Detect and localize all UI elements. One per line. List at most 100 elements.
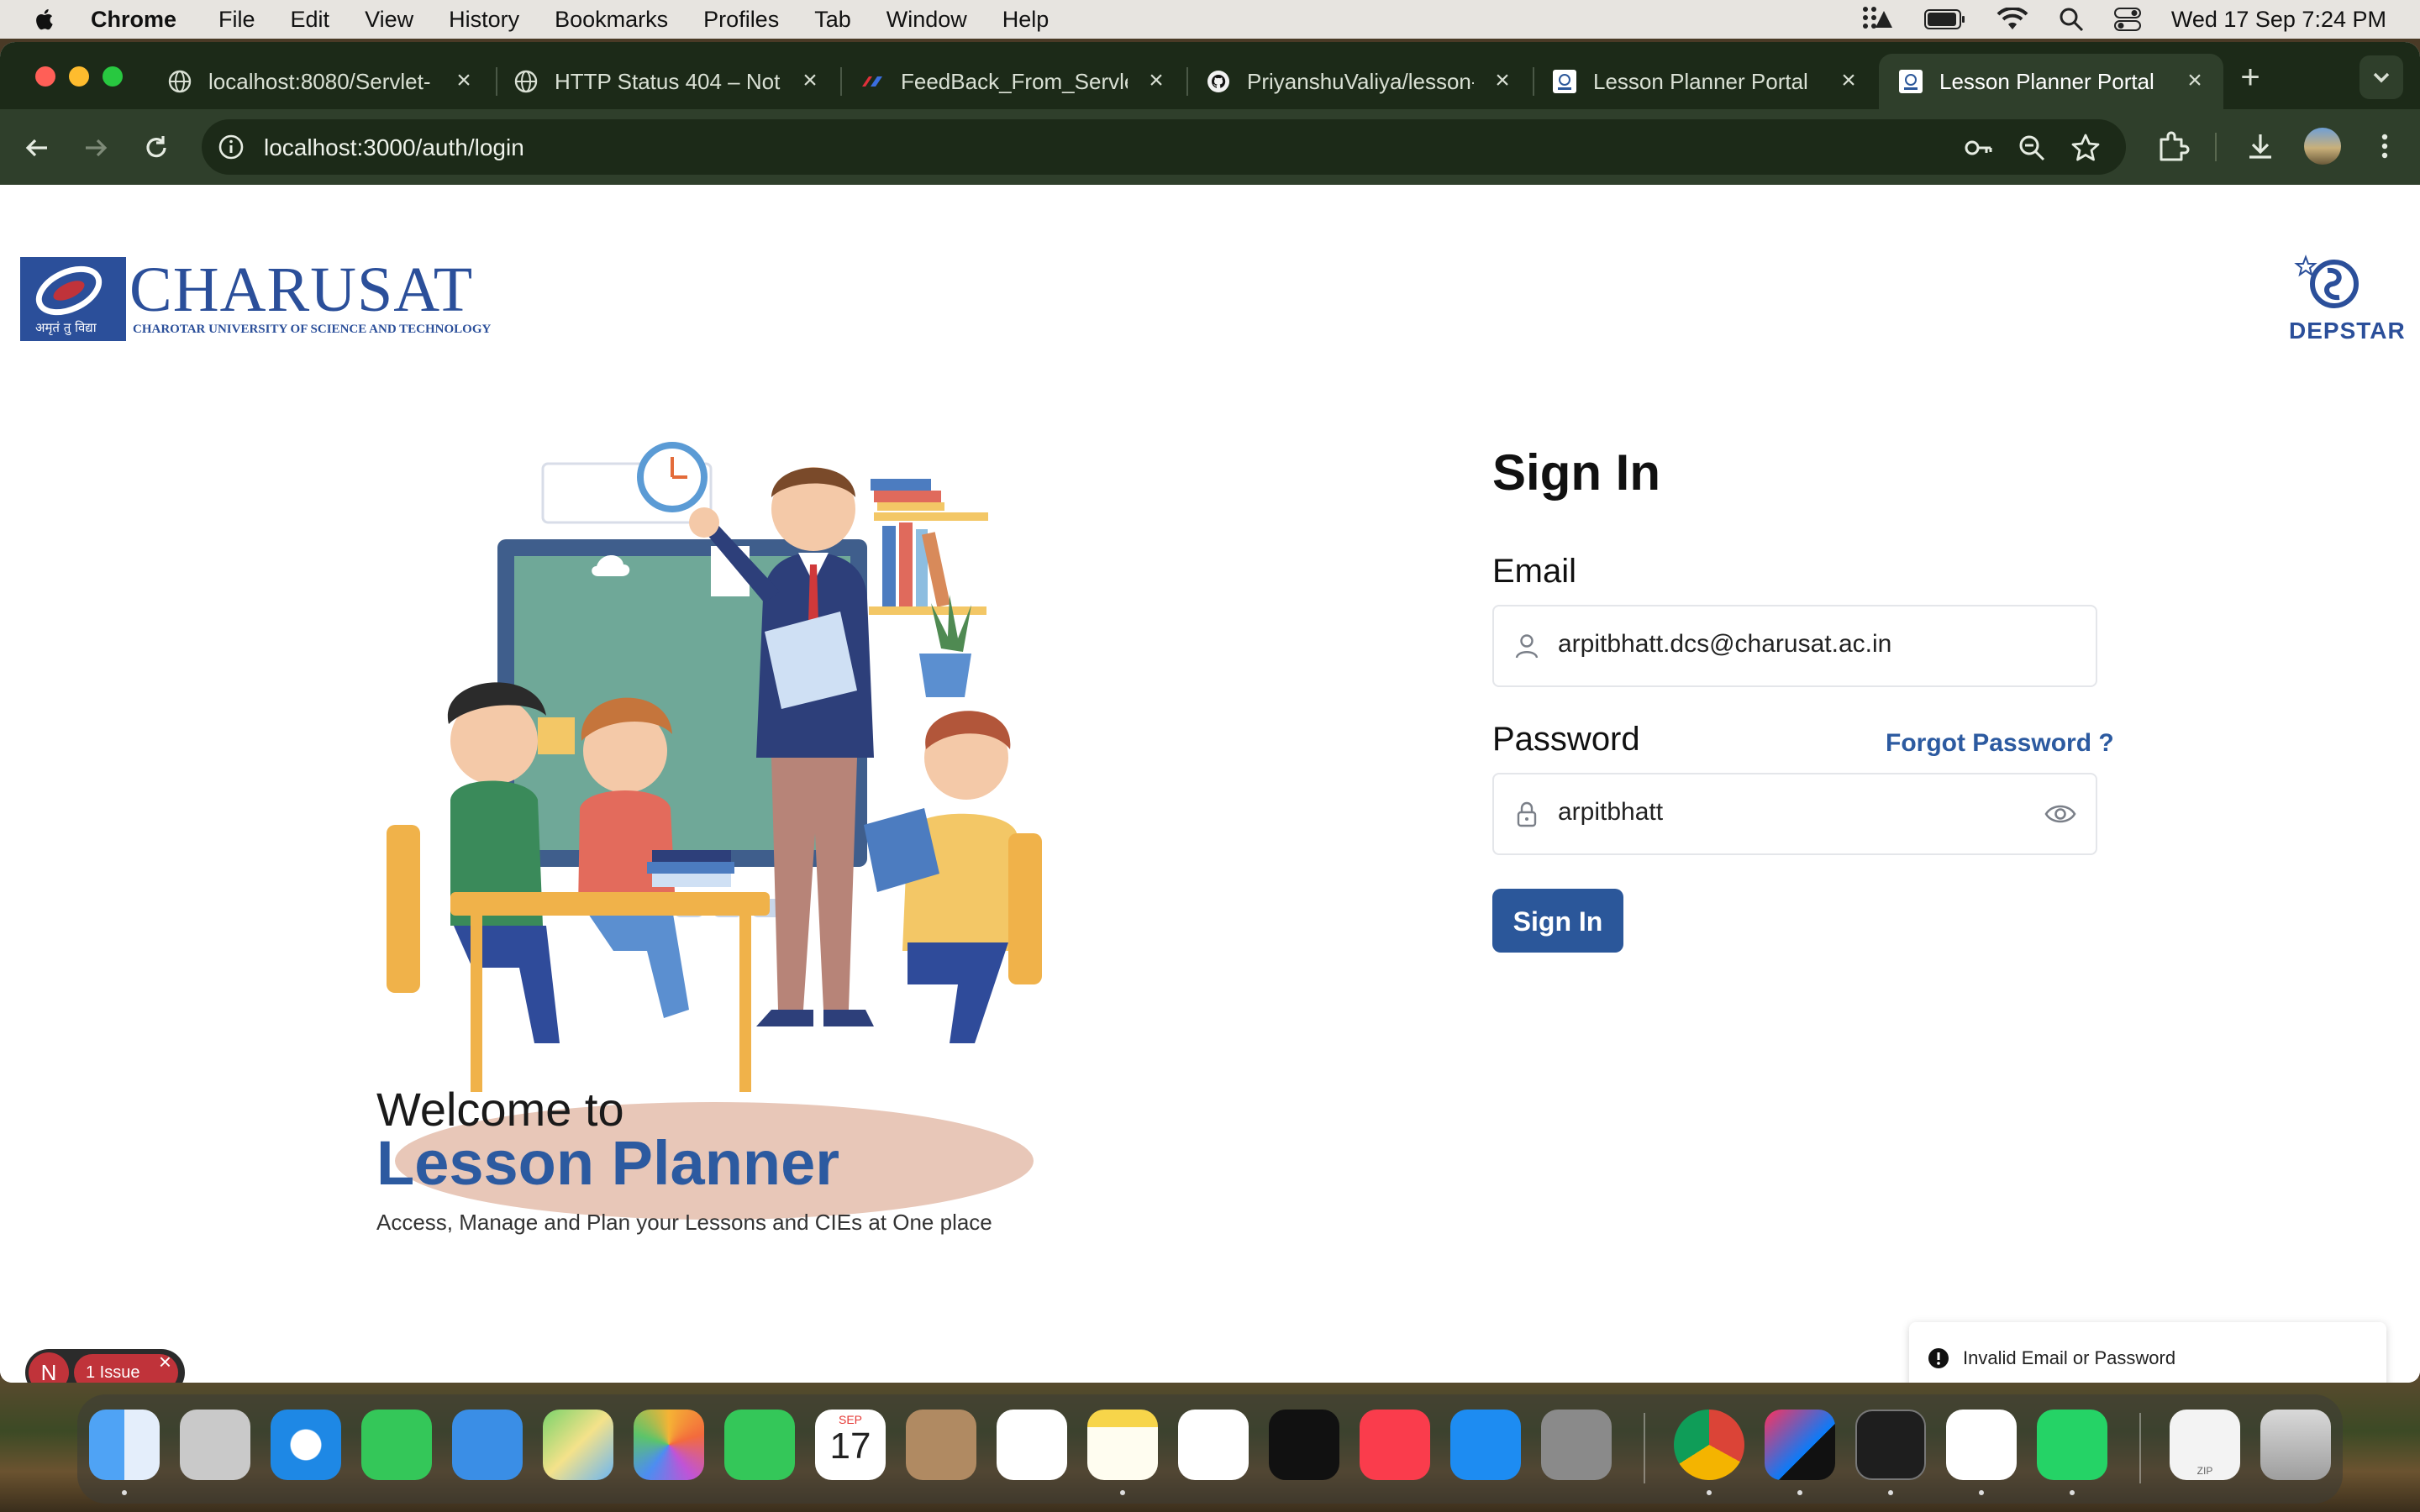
control-center-icon[interactable] (2113, 7, 2141, 32)
toast-message: Invalid Email or Password (1963, 1347, 2176, 1368)
tab-close-icon[interactable]: × (452, 68, 476, 93)
password-value[interactable]: arpitbhatt (1558, 798, 1663, 827)
running-indicator (122, 1490, 127, 1495)
password-field[interactable]: arpitbhatt (1492, 773, 2097, 855)
archive-label: ZIP (2196, 1465, 2213, 1477)
apple-tv-icon[interactable] (1269, 1410, 1339, 1480)
globe-icon (514, 70, 538, 93)
calendar-day: 17 (829, 1425, 871, 1467)
menu-app-name[interactable]: Chrome (91, 7, 176, 33)
close-icon[interactable]: × (159, 1349, 171, 1375)
battery-icon[interactable] (1923, 8, 1966, 30)
bookmark-star-icon[interactable] (2070, 133, 2101, 163)
error-alert-icon (1928, 1348, 1949, 1368)
sign-in-button[interactable]: Sign In (1492, 889, 1623, 953)
zip-archive-icon[interactable]: ZIP (2170, 1410, 2240, 1480)
menu-tab[interactable]: Tab (814, 7, 851, 33)
intellij-icon[interactable] (1765, 1410, 1835, 1480)
globe-icon (168, 70, 192, 93)
menu-kebab-icon[interactable] (2368, 129, 2402, 163)
email-value[interactable]: arpitbhatt.dcs@charusat.ac.in (1558, 630, 1891, 659)
reload-icon[interactable] (139, 131, 173, 165)
depstar-logo[interactable]: DEPSTAR (2281, 252, 2405, 344)
window-zoom-button[interactable] (103, 66, 123, 87)
menu-profiles[interactable]: Profiles (703, 7, 779, 33)
network-warning-icon[interactable] (1860, 4, 1894, 34)
nextjs-logo-icon[interactable]: N (29, 1352, 69, 1383)
forward-icon[interactable] (79, 131, 113, 165)
profile-avatar[interactable] (2304, 128, 2341, 165)
site-info-icon[interactable] (215, 131, 247, 163)
safari-icon[interactable] (271, 1410, 341, 1480)
vscode-icon[interactable] (1946, 1410, 2017, 1480)
photos-icon[interactable] (634, 1410, 704, 1480)
menu-view[interactable]: View (365, 7, 413, 33)
calendar-icon[interactable]: SEP 17 (815, 1410, 886, 1480)
spotlight-search-icon[interactable] (2059, 7, 2084, 32)
apple-icon[interactable] (34, 8, 54, 31)
extensions-icon[interactable] (2156, 129, 2190, 163)
mail-icon[interactable] (452, 1410, 523, 1480)
reminders-icon[interactable] (997, 1410, 1067, 1480)
show-password-eye-icon[interactable] (2044, 800, 2077, 828)
menu-help[interactable]: Help (1002, 7, 1050, 33)
menu-file[interactable]: File (218, 7, 255, 33)
window-close-button[interactable] (35, 66, 55, 87)
new-tab-button[interactable]: + (2233, 60, 2267, 94)
notes-icon[interactable] (1087, 1410, 1158, 1480)
tab-2[interactable]: HTTP Status 404 – Not × (494, 54, 839, 109)
system-settings-icon[interactable] (1541, 1410, 1612, 1480)
tab-close-icon[interactable]: × (2183, 68, 2207, 93)
tab-close-icon[interactable]: × (798, 68, 822, 93)
tab-close-icon[interactable]: × (1491, 68, 1514, 93)
maps-icon[interactable] (543, 1410, 613, 1480)
github-icon (1207, 71, 1229, 92)
menu-edit[interactable]: Edit (291, 7, 330, 33)
password-key-icon[interactable] (1963, 133, 1993, 163)
tab-title: HTTP Status 404 – Not (555, 68, 781, 94)
whatsapp-icon[interactable] (2037, 1410, 2107, 1480)
tab-5[interactable]: Lesson Planner Portal × (1533, 54, 1877, 109)
tab-search-button[interactable] (2360, 55, 2403, 99)
tab-1[interactable]: localhost:8080/Servlet- × (148, 54, 492, 109)
forgot-password-link[interactable]: Forgot Password ? (1886, 729, 2114, 758)
terminal-icon[interactable] (1855, 1410, 1926, 1480)
charusat-logo[interactable]: CHARUSAT CHAROTAR UNIVERSITY OF SCIENCE … (20, 254, 491, 347)
depstar-favicon (1553, 70, 1576, 93)
window-minimize-button[interactable] (69, 66, 89, 87)
contacts-icon[interactable] (906, 1410, 976, 1480)
menu-bookmarks[interactable]: Bookmarks (555, 7, 668, 33)
address-bar[interactable]: localhost:3000/auth/login (202, 119, 2126, 175)
calendar-month: SEP (838, 1413, 862, 1426)
download-icon[interactable] (2244, 129, 2277, 163)
dev-issues-indicator[interactable]: N 1 Issue × (25, 1349, 185, 1383)
facetime-icon[interactable] (724, 1410, 795, 1480)
running-indicator (1797, 1490, 1802, 1495)
tab-close-icon[interactable]: × (1837, 68, 1860, 93)
running-indicator (2070, 1490, 2075, 1495)
trash-icon[interactable] (2260, 1410, 2331, 1480)
tab-4[interactable]: PriyanshuValiya/lesson- × (1186, 54, 1531, 109)
wifi-icon[interactable] (1996, 8, 2028, 31)
error-toast[interactable]: Invalid Email or Password (1909, 1322, 2386, 1383)
chrome-window: localhost:8080/Servlet- × HTTP Status 40… (0, 42, 2420, 1383)
music-icon[interactable] (1360, 1410, 1430, 1480)
dock-divider (1644, 1413, 1645, 1483)
freeform-icon[interactable] (1178, 1410, 1249, 1480)
chrome-icon[interactable] (1674, 1410, 1744, 1480)
email-field[interactable]: arpitbhatt.dcs@charusat.ac.in (1492, 605, 2097, 687)
menu-history[interactable]: History (449, 7, 519, 33)
back-icon[interactable] (20, 131, 54, 165)
tab-close-icon[interactable]: × (1144, 68, 1168, 93)
zoom-icon[interactable] (2017, 133, 2047, 163)
launchpad-icon[interactable] (180, 1410, 250, 1480)
menu-window[interactable]: Window (886, 7, 967, 33)
app-store-icon[interactable] (1450, 1410, 1521, 1480)
messages-icon[interactable] (361, 1410, 432, 1480)
finder-icon[interactable] (89, 1410, 160, 1480)
tab-6-active[interactable]: Lesson Planner Portal × (1879, 54, 2223, 109)
menubar-clock[interactable]: Wed 17 Sep 7:24 PM (2171, 7, 2386, 33)
toolbar-divider (2215, 133, 2217, 161)
tab-3[interactable]: FeedBack_From_Servle × (840, 54, 1185, 109)
address-url[interactable]: localhost:3000/auth/login (264, 134, 524, 161)
